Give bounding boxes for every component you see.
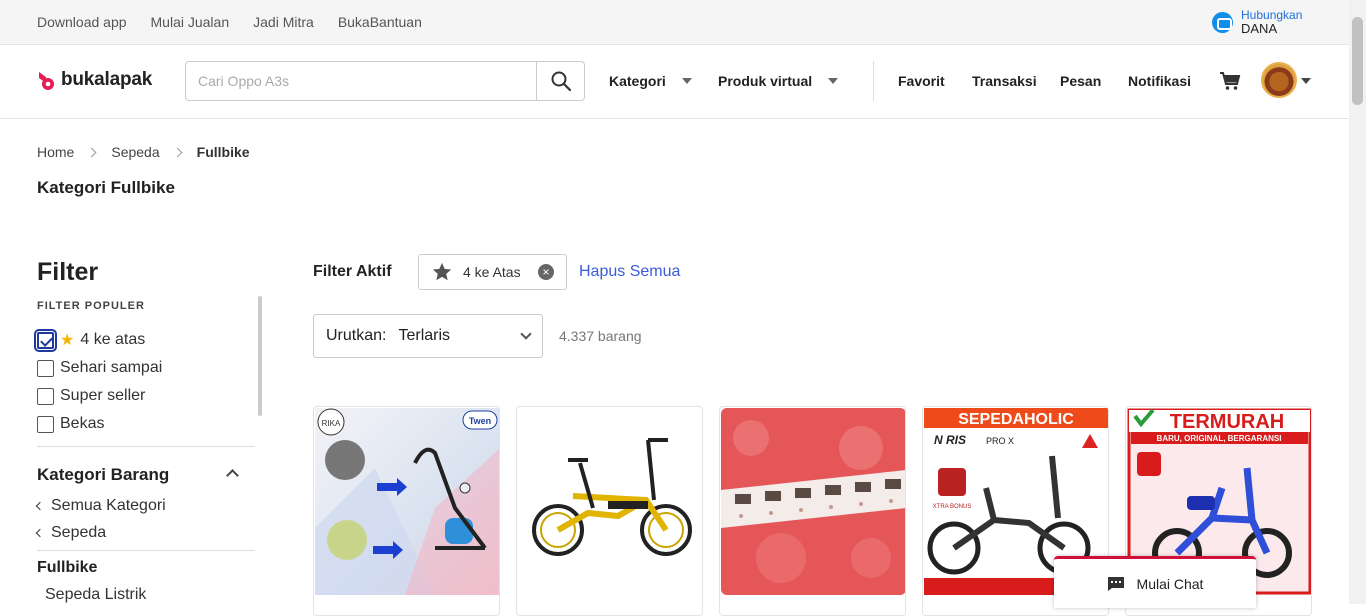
top-bar: Download app Mulai Jualan Jadi Mitra Buk… [0, 0, 1349, 45]
hapus-semua-link[interactable]: Hapus Semua [579, 263, 680, 281]
connect-dana-button[interactable]: Hubungkan DANA [1212, 9, 1302, 35]
star-icon [432, 262, 452, 281]
close-icon[interactable]: × [538, 264, 554, 280]
product-image: RIKA Twen [315, 408, 499, 595]
produk-virtual-label: Produk virtual [718, 73, 813, 89]
svg-text:PRO X: PRO X [986, 436, 1014, 446]
search-icon [551, 71, 571, 91]
search-box [185, 61, 585, 101]
chevron-right-icon [86, 147, 97, 157]
logo[interactable]: bukalapak [37, 69, 152, 91]
mulai-jualan-link[interactable]: Mulai Jualan [151, 14, 230, 30]
card-banner: SEPEDAHOLIC [958, 411, 1074, 428]
checkbox[interactable] [37, 415, 54, 433]
svg-text:XTRA BONUS: XTRA BONUS [933, 504, 972, 510]
chevron-left-icon [35, 528, 45, 538]
caret-down-icon[interactable] [1301, 78, 1311, 84]
jadi-mitra-link[interactable]: Jadi Mitra [253, 14, 314, 30]
star-icon: ★ [60, 332, 75, 349]
kategori-current: Fullbike [37, 559, 98, 576]
svg-text:N RIS: N RIS [934, 433, 966, 447]
filter-label: 4 ke atas [80, 331, 146, 348]
sort-value: Terlaris [398, 327, 451, 344]
result-count: 4.337 barang [559, 328, 642, 344]
main-header: bukalapak Kategori Produk virtual Favori… [0, 45, 1349, 119]
kategori-barang-heading: Kategori Barang [37, 465, 170, 484]
divider [37, 550, 255, 551]
kategori-link-label: Semua Kategori [51, 497, 166, 514]
mulai-chat-button[interactable]: Mulai Chat [1054, 556, 1256, 608]
svg-text:BARU, ORIGINAL, BERGARANSI: BARU, ORIGINAL, BERGARANSI [1157, 434, 1282, 443]
kategori-label: Kategori [609, 73, 666, 89]
page-title: Kategori Fullbike [37, 178, 175, 197]
card-banner: TERMURAH [1170, 411, 1284, 433]
sort-label: Urutkan: [326, 327, 387, 344]
notifikasi-link[interactable]: Notifikasi [1128, 73, 1191, 89]
filter-label: Bekas [60, 415, 105, 432]
top-links: Download app Mulai Jualan Jadi Mitra Buk… [37, 14, 422, 30]
checkbox-checked[interactable] [34, 328, 57, 352]
chevron-right-icon [172, 147, 183, 157]
kategori-menu[interactable]: Kategori [609, 73, 692, 89]
chevron-down-icon [520, 328, 532, 340]
kategori-link-label: Sepeda [51, 524, 107, 541]
filter-scrollbar[interactable] [258, 296, 262, 416]
breadcrumb-home[interactable]: Home [37, 144, 74, 160]
filter-label: Sehari sampai [60, 359, 163, 376]
checkbox[interactable] [37, 359, 54, 377]
caret-down-icon [681, 78, 692, 84]
filter-label: Super seller [60, 387, 146, 404]
breadcrumb-current: Fullbike [196, 144, 250, 160]
product-card[interactable] [516, 406, 703, 616]
breadcrumb-sepeda[interactable]: Sepeda [111, 144, 159, 160]
product-image [721, 408, 905, 595]
kategori-semua[interactable]: Semua Kategori [35, 497, 166, 515]
search-input[interactable] [186, 62, 536, 100]
filter-bekas[interactable]: Bekas [37, 415, 104, 433]
filter-sehari-sampai[interactable]: Sehari sampai [37, 359, 162, 377]
chat-icon [1107, 576, 1124, 591]
chip-label: 4 ke Atas [463, 264, 521, 280]
cart-icon[interactable] [1219, 70, 1241, 92]
produk-virtual-menu[interactable]: Produk virtual [718, 73, 839, 89]
chat-label: Mulai Chat [1136, 575, 1204, 592]
bukalapak-logo-icon [39, 72, 54, 90]
avatar[interactable] [1261, 62, 1297, 98]
active-filter-chip: 4 ke Atas × [418, 254, 567, 290]
filter-aktif-label: Filter Aktif [313, 263, 392, 280]
product-card[interactable]: RIKA Twen [313, 406, 500, 616]
chevron-left-icon [35, 501, 45, 511]
bukabantuan-link[interactable]: BukaBantuan [338, 14, 422, 30]
page-scrollbar[interactable] [1349, 0, 1366, 604]
kategori-sepeda[interactable]: Sepeda [35, 524, 107, 542]
caret-down-icon [828, 78, 839, 84]
product-card[interactable] [719, 406, 906, 616]
search-button[interactable] [536, 62, 584, 100]
chevron-up-icon[interactable] [226, 469, 239, 482]
favorit-link[interactable]: Favorit [898, 73, 945, 89]
svg-text:RIKA: RIKA [322, 419, 341, 428]
pesan-link[interactable]: Pesan [1060, 73, 1101, 89]
logo-text: bukalapak [61, 69, 153, 90]
transaksi-link[interactable]: Transaksi [972, 73, 1037, 89]
popular-filter-label: FILTER POPULER [37, 300, 145, 312]
wallet-icon [1212, 11, 1233, 33]
sort-select[interactable]: Urutkan: Terlaris [313, 314, 543, 358]
scrollbar-thumb[interactable] [1352, 17, 1363, 105]
checkbox[interactable] [37, 387, 54, 405]
kategori-sub-sepeda-listrik[interactable]: Sepeda Listrik [45, 586, 146, 604]
breadcrumb: Home Sepeda Fullbike [37, 144, 250, 160]
filter-heading: Filter [37, 258, 99, 286]
divider [37, 446, 255, 447]
svg-text:Twen: Twen [469, 416, 491, 426]
filter-super-seller[interactable]: Super seller [37, 387, 145, 405]
download-app-link[interactable]: Download app [37, 14, 127, 30]
product-image [518, 408, 702, 595]
dana-label-bottom: DANA [1241, 21, 1278, 36]
divider [873, 61, 874, 101]
filter-rating-4-up[interactable]: ★ 4 ke atas [34, 328, 146, 352]
